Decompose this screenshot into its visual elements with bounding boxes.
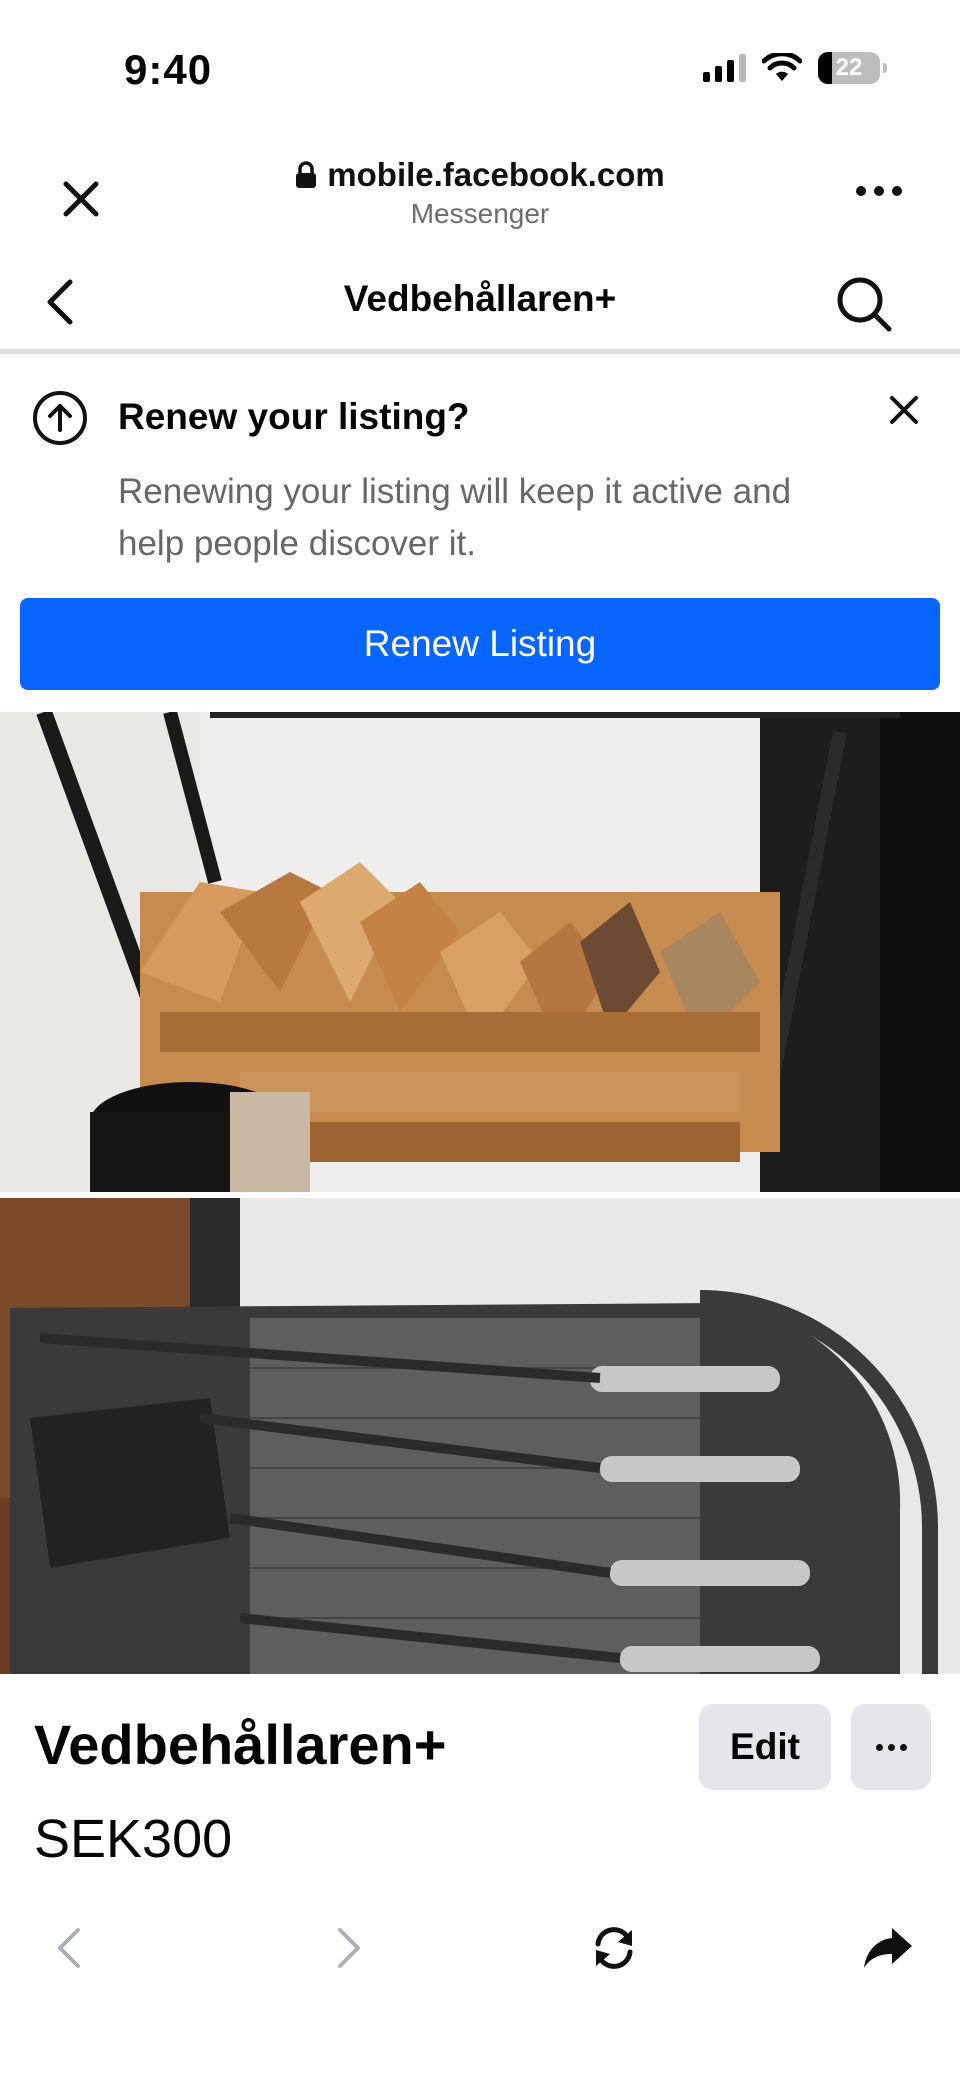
share-icon[interactable]	[860, 1920, 916, 1976]
reload-icon[interactable]	[586, 1920, 642, 1976]
listing-title: Vedbehållaren+	[34, 1713, 447, 1776]
url-text: mobile.facebook.com	[327, 156, 665, 193]
status-time: 9:40	[124, 46, 213, 93]
more-icon[interactable]	[856, 186, 902, 196]
battery-percent: 22	[835, 54, 863, 81]
back-arrow-icon[interactable]	[44, 1920, 100, 1976]
upload-arrow-icon	[33, 391, 87, 445]
wifi-icon	[762, 53, 802, 81]
listing-price: SEK300	[34, 1809, 233, 1869]
nav-header: Vedbehållaren+	[0, 250, 960, 354]
firewood-rack-photo	[0, 712, 960, 1192]
status-icons: 22	[703, 52, 887, 84]
renew-listing-button[interactable]: Renew Listing	[20, 598, 940, 690]
url-subtitle: Messenger	[410, 198, 550, 229]
url-area[interactable]: mobile.facebook.com Messenger	[0, 156, 960, 230]
ellipsis-icon[interactable]	[851, 1704, 931, 1790]
renew-title: Renew your listing?	[118, 396, 470, 437]
signal-icon	[703, 54, 746, 82]
battery-icon: 22	[818, 52, 887, 84]
renew-banner: Renew your listing? Renewing your listin…	[0, 360, 960, 705]
search-icon[interactable]	[834, 274, 894, 334]
fireplace-tool-set-photo	[0, 1198, 960, 1674]
page-title: Vedbehållaren+	[343, 278, 617, 319]
page: 9:40 22 mobile.facebook.com Messenger Ve…	[0, 0, 960, 2081]
close-icon[interactable]	[886, 392, 922, 428]
browser-toolbar	[0, 1900, 960, 1990]
edit-button[interactable]: Edit	[699, 1704, 831, 1790]
listing-photo-1[interactable]	[0, 712, 960, 1192]
renew-description: Renewing your listing will keep it activ…	[118, 472, 792, 563]
lock-icon	[296, 161, 317, 188]
status-bar: 9:40 22	[0, 0, 960, 140]
forward-arrow-icon[interactable]	[318, 1920, 374, 1976]
browser-bar: mobile.facebook.com Messenger	[0, 150, 960, 242]
battery-level	[818, 52, 832, 84]
listing-photo-2[interactable]	[0, 1198, 960, 1674]
